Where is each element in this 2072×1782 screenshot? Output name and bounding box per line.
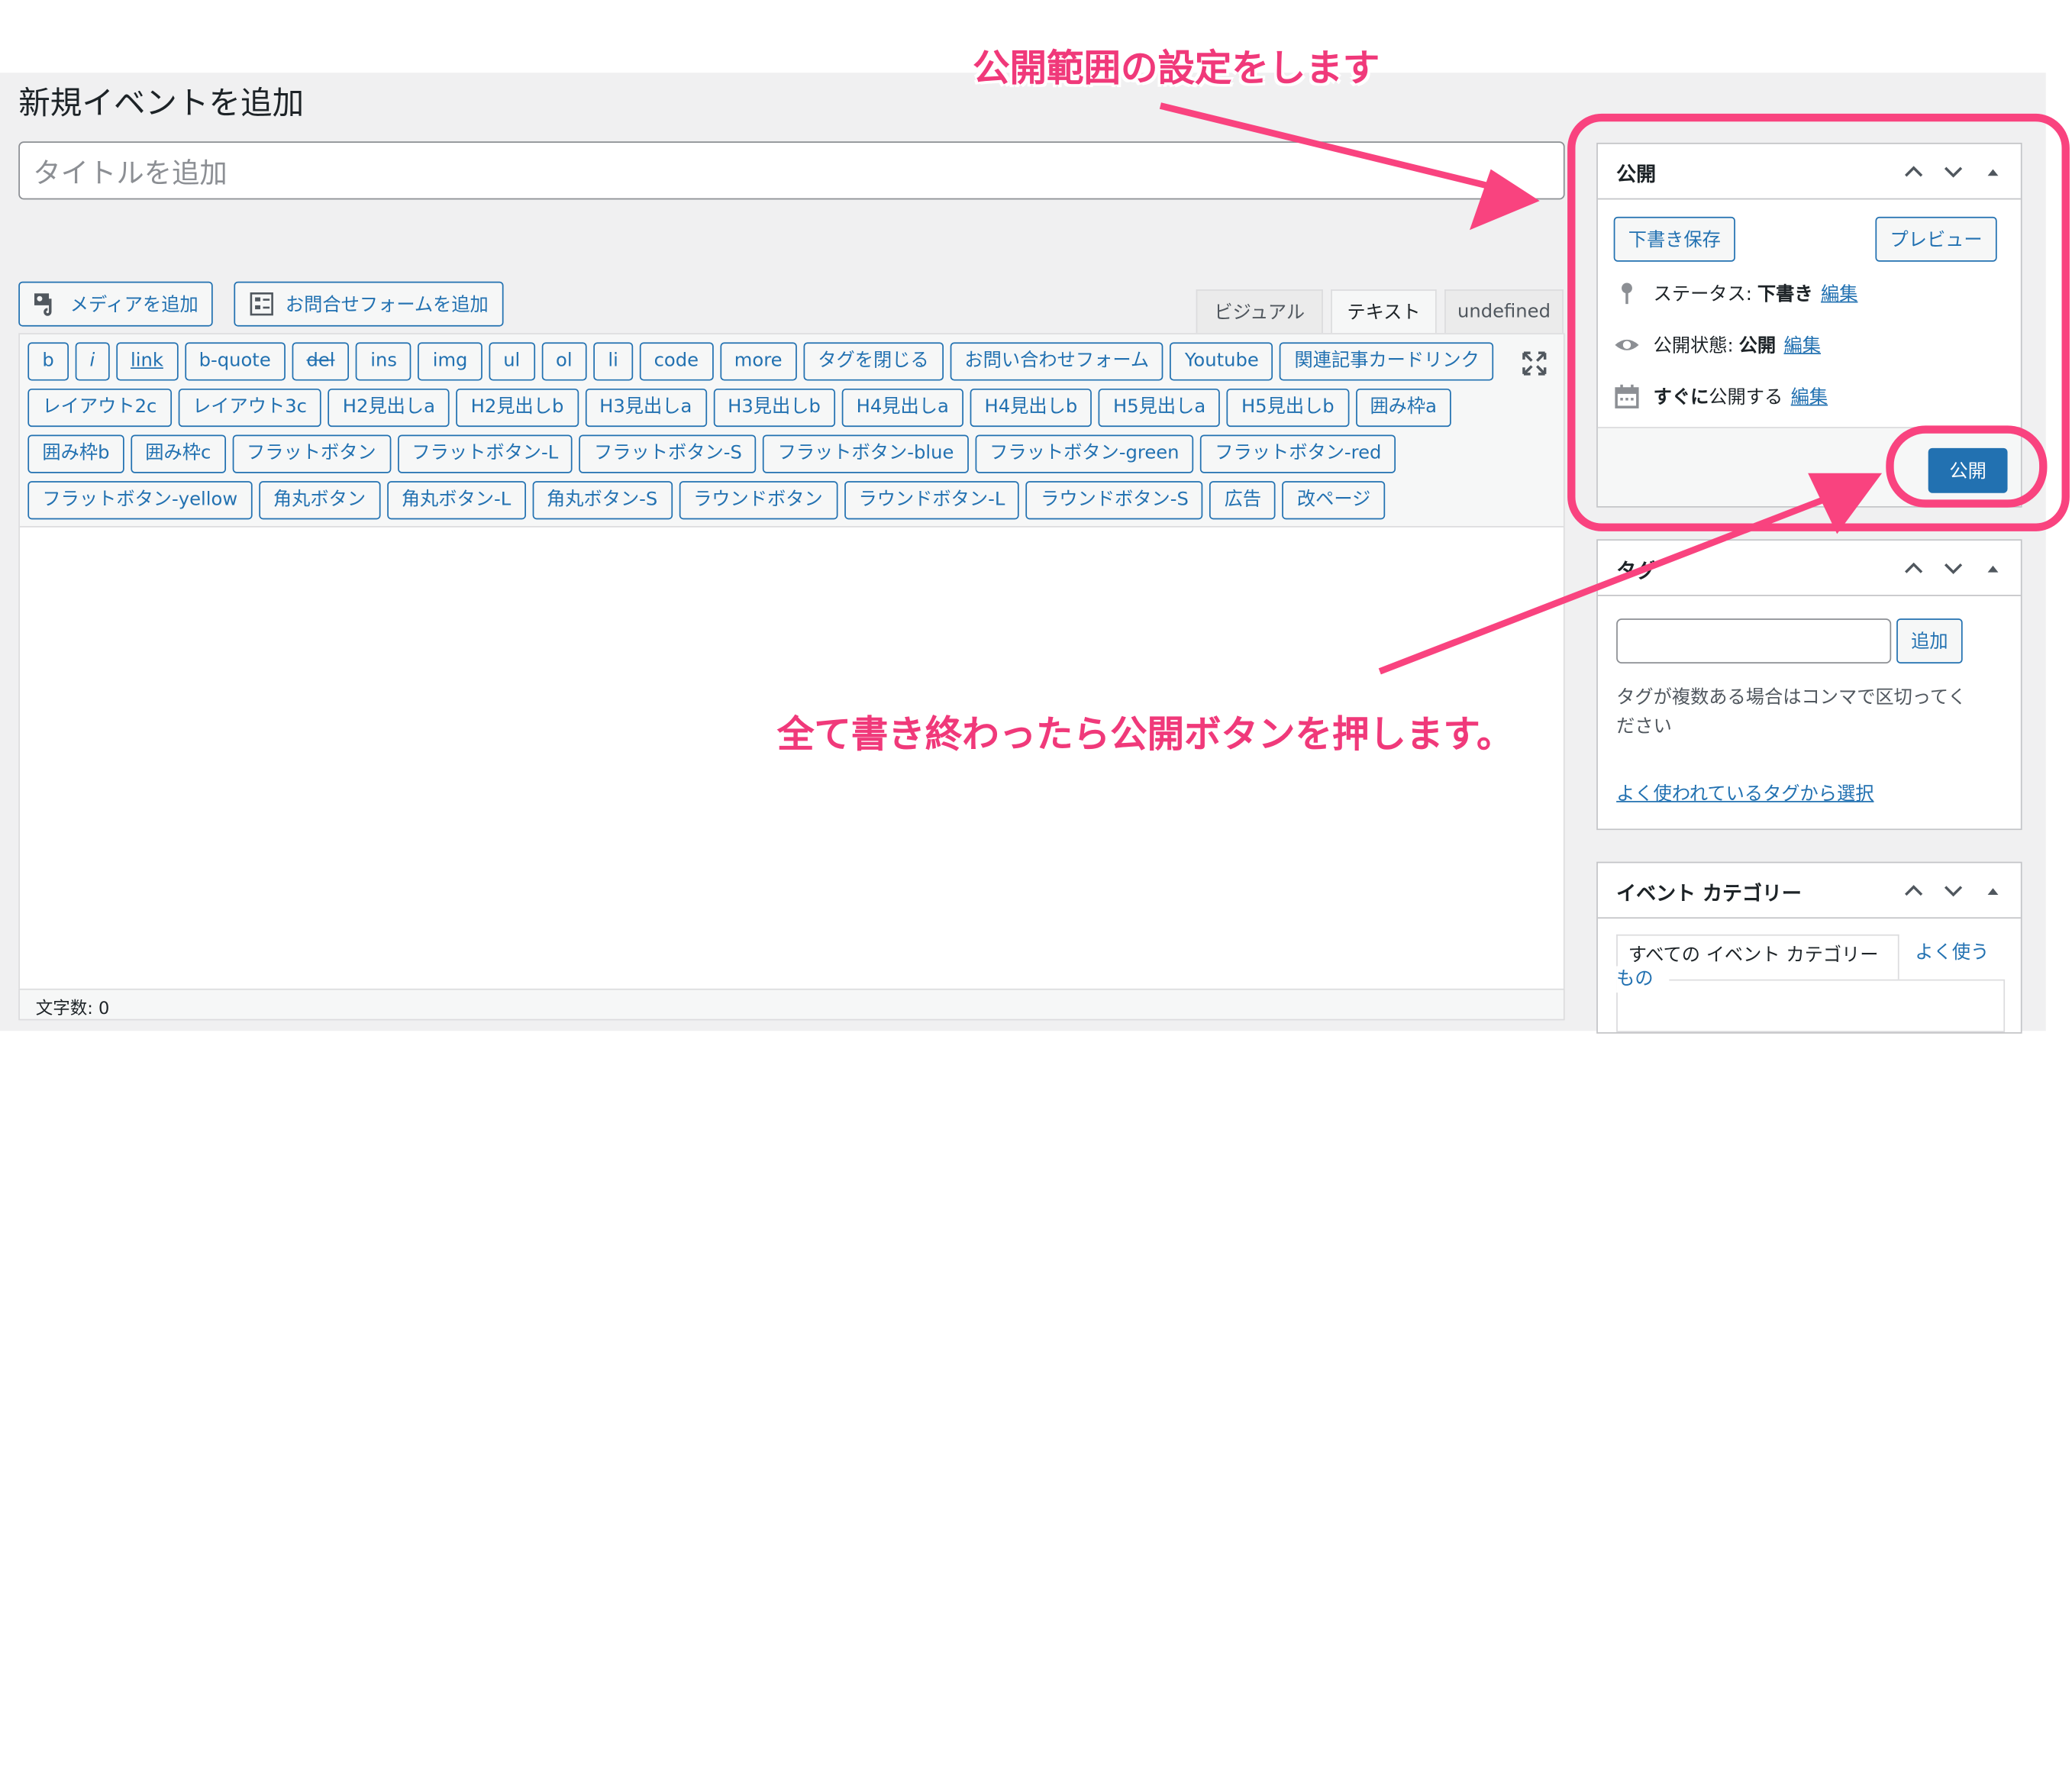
category-box: イベント カテゴリー すべての イベント カテゴリー よく使う もの: [1596, 861, 2022, 1034]
annotation-top: 公開範囲の設定をします: [973, 46, 1380, 90]
word-count: 文字数: 0: [18, 988, 1565, 1021]
move-up-icon[interactable]: [1899, 554, 1928, 583]
quicktag-button[interactable]: 広告: [1209, 481, 1276, 520]
tab-undefined[interactable]: undefined: [1444, 289, 1564, 334]
quicktag-button[interactable]: フラットボタン-S: [579, 434, 757, 473]
publish-button-highlight: [1886, 425, 2048, 508]
quicktag-button[interactable]: link: [115, 342, 178, 381]
editor: b i link b-quote del ins img ul ol li code more タグを閉…: [18, 333, 1565, 1021]
quicktag-button[interactable]: レイアウト3c: [178, 388, 322, 428]
quicktag-button[interactable]: 角丸ボタン-L: [386, 481, 526, 520]
media-icon: [34, 293, 52, 316]
quicktag-button[interactable]: フラットボタン-green: [975, 434, 1194, 473]
quicktag-button[interactable]: H3見出しa: [585, 388, 707, 428]
quicktag-button[interactable]: 囲み枠a: [1355, 388, 1452, 428]
quicktag-button[interactable]: 角丸ボタン: [258, 481, 381, 520]
category-box-header: イベント カテゴリー: [1597, 863, 2021, 919]
move-down-icon[interactable]: [1939, 876, 1968, 906]
quicktag-button[interactable]: H4見出しa: [841, 388, 963, 428]
quicktag-button[interactable]: タグを閉じる: [803, 342, 944, 381]
quicktag-button[interactable]: Youtube: [1170, 342, 1273, 381]
toolbar-row-2: レイアウト2c レイアウト3c H2見出しa H2見出しb H3見出しa H3見出しb H4…: [27, 388, 1452, 428]
tags-help: タグが複数ある場合はコンマで区切ってく ださい: [1616, 683, 1967, 741]
quicktag-button[interactable]: レイアウト2c: [27, 388, 172, 428]
quicktag-button[interactable]: フラットボタン-yellow: [27, 481, 253, 520]
quicktag-button[interactable]: code: [639, 342, 714, 381]
quicktag-button[interactable]: b: [27, 342, 69, 381]
quicktag-button[interactable]: 関連記事カードリンク: [1280, 342, 1494, 381]
toggle-panel-icon[interactable]: [1978, 554, 2007, 583]
tags-box-header: タグ: [1597, 541, 2021, 596]
quicktag-button[interactable]: ラウンドボタン-L: [844, 481, 1020, 520]
quicktag-button[interactable]: H2見出しa: [328, 388, 450, 428]
quicktag-button[interactable]: フラットボタン-L: [397, 434, 573, 473]
fullscreen-icon[interactable]: [1521, 350, 1548, 377]
page-title: 新規イベントを追加: [18, 84, 305, 122]
choose-popular-tags-link[interactable]: よく使われているタグから選択: [1616, 780, 1874, 806]
add-tag-button[interactable]: 追加: [1896, 618, 1963, 664]
category-box-title: イベント カテゴリー: [1616, 881, 1802, 906]
toolbar-row-4: フラットボタン-yellow 角丸ボタン 角丸ボタン-L 角丸ボタン-S ラウンドボタン…: [27, 481, 1386, 520]
form-icon: [250, 292, 273, 316]
quicktag-button[interactable]: ul: [489, 342, 535, 381]
quicktags-toolbar: b i link b-quote del ins img ul ol li code more タグを閉…: [19, 334, 1564, 528]
quicktag-button[interactable]: b-quote: [184, 342, 286, 381]
quicktag-button[interactable]: お問い合わせフォーム: [950, 342, 1164, 381]
page-root: 新規イベントを追加 タイトルを追加 メディアを追加 お問合せフォームを追加 ビジ…: [0, 0, 2072, 1782]
tab-text[interactable]: テキスト: [1331, 289, 1437, 334]
add-contact-form-label: お問合せフォームを追加: [285, 295, 489, 316]
quicktag-button[interactable]: del: [292, 342, 350, 381]
quicktag-button[interactable]: 囲み枠c: [131, 434, 226, 473]
quicktag-button[interactable]: フラットボタン: [231, 434, 391, 473]
quicktag-button[interactable]: img: [418, 342, 482, 381]
tags-help-line-2: ださい: [1616, 716, 1672, 738]
tag-input[interactable]: [1616, 618, 1892, 664]
title-input[interactable]: タイトルを追加: [18, 141, 1565, 200]
add-contact-form-button[interactable]: お問合せフォームを追加: [234, 281, 503, 327]
quicktag-button[interactable]: li: [593, 342, 633, 381]
add-media-label: メディアを追加: [69, 295, 198, 316]
quicktag-button[interactable]: 改ページ: [1282, 481, 1386, 520]
quicktag-button[interactable]: 角丸ボタン-S: [531, 481, 673, 520]
quicktag-button[interactable]: H3見出しb: [713, 388, 835, 428]
toolbar-row-1: b i link b-quote del ins img ul ol li code more タグを閉…: [27, 342, 1494, 381]
quicktag-button[interactable]: ラウンドボタン-S: [1026, 481, 1203, 520]
tags-box: タグ 追加 タグが複数ある場合はコンマで区切ってく ださい よく使われているタグ…: [1596, 539, 2022, 831]
quicktag-button[interactable]: H5見出しa: [1098, 388, 1221, 428]
quicktag-button[interactable]: ins: [356, 342, 412, 381]
tags-help-line-1: タグが複数ある場合はコンマで区切ってく: [1616, 687, 1967, 709]
move-up-icon[interactable]: [1899, 876, 1928, 906]
quicktag-button[interactable]: H4見出しb: [970, 388, 1092, 428]
tags-box-title: タグ: [1616, 559, 1657, 583]
tab-visual[interactable]: ビジュアル: [1196, 289, 1323, 334]
quicktag-button[interactable]: ol: [541, 342, 587, 381]
toolbar-row-3: 囲み枠b 囲み枠c フラットボタン フラットボタン-L フラットボタン-S フラットボタン…: [27, 434, 1396, 473]
toggle-panel-icon[interactable]: [1978, 876, 2007, 906]
move-down-icon[interactable]: [1939, 554, 1968, 583]
category-tab-popular-line-1: よく使う: [1915, 942, 1990, 964]
quicktag-button[interactable]: H5見出しb: [1226, 388, 1349, 428]
quicktag-button[interactable]: H2見出しb: [456, 388, 579, 428]
annotation-bottom: 全て書き終わったら公開ボタンを押します。: [776, 712, 1514, 757]
quicktag-button[interactable]: 囲み枠b: [27, 434, 124, 473]
quicktag-button[interactable]: ラウンドボタン: [679, 481, 838, 520]
quicktag-button[interactable]: more: [719, 342, 797, 381]
add-media-button[interactable]: メディアを追加: [18, 281, 213, 327]
quicktag-button[interactable]: フラットボタン-blue: [763, 434, 969, 473]
category-tab-popular[interactable]: よく使う もの: [1616, 940, 2012, 993]
category-tab-popular-line-2: もの: [1616, 966, 1670, 993]
quicktag-button[interactable]: フラットボタン-red: [1200, 434, 1396, 473]
quicktag-button[interactable]: i: [75, 342, 110, 381]
